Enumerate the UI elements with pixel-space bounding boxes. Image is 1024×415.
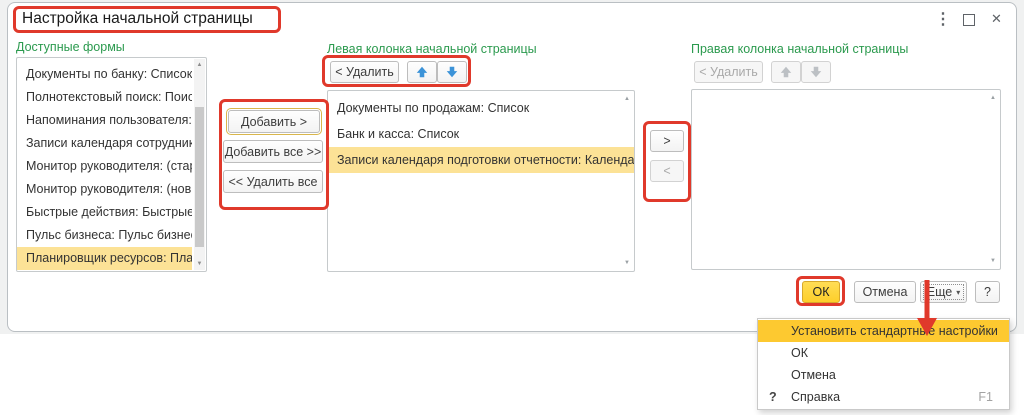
move-up-button[interactable] — [407, 61, 437, 83]
move-down-button-disabled — [801, 61, 831, 83]
left-remove-button[interactable]: < Удалить — [330, 61, 399, 83]
maximize-icon[interactable] — [963, 14, 975, 26]
list-item[interactable]: Полнотекстовый поиск: Поиск — [17, 86, 192, 109]
list-item[interactable]: Быстрые действия: Быстрые... — [17, 201, 192, 224]
list-item[interactable]: Записи календаря сотрудника... — [17, 132, 192, 155]
dialog-title: Настройка начальной страницы — [22, 10, 253, 28]
menu-item-help[interactable]: ? Справка F1 — [758, 386, 1009, 408]
add-button[interactable]: Добавить > — [228, 110, 320, 133]
menu-item-set-standard-settings[interactable]: Установить стандартные настройки — [758, 320, 1009, 342]
list-item[interactable]: Пульс бизнеса: Пульс бизнеса — [17, 224, 192, 247]
left-column-list: Документы по продажам: Список Банк и кас… — [327, 90, 635, 272]
move-up-button-disabled — [771, 61, 801, 83]
chevron-down-icon: ▾ — [956, 288, 960, 297]
scroll-down-icon[interactable]: ▼ — [624, 260, 630, 266]
arrow-up-icon — [415, 65, 429, 79]
more-dropdown-menu: Установить стандартные настройки ОК Отме… — [757, 318, 1010, 410]
available-forms-list: Документы по банку: Список Полнотекстовы… — [16, 57, 207, 272]
available-forms-label: Доступные формы — [16, 40, 125, 54]
arrow-down-icon — [809, 65, 823, 79]
help-button[interactable]: ? — [975, 281, 1000, 303]
list-item-selected[interactable]: Записи календаря подготовки отчетности: … — [328, 147, 634, 173]
list-item[interactable]: Документы по банку: Список — [17, 63, 192, 86]
list-item[interactable]: Монитор руководителя: (стар... — [17, 155, 192, 178]
scroll-up-icon[interactable]: ▲ — [624, 96, 630, 102]
right-remove-button: < Удалить — [694, 61, 763, 83]
screenshot-root: Настройка начальной страницы ⋮ ✕ Доступн… — [0, 0, 1024, 415]
move-to-right-button[interactable]: > — [650, 130, 684, 152]
shortcut-label: F1 — [978, 386, 993, 408]
kebab-menu-icon[interactable]: ⋮ — [935, 9, 951, 29]
menu-item-help-label: Справка — [791, 390, 840, 404]
list-item[interactable]: Документы по продажам: Список — [328, 95, 634, 121]
menu-item-ok[interactable]: ОК — [758, 342, 1009, 364]
list-item-selected[interactable]: Планировщик ресурсов: План... — [17, 247, 192, 270]
ok-button[interactable]: ОК — [802, 281, 840, 303]
arrow-up-icon — [779, 65, 793, 79]
list-item[interactable]: Напоминания пользователя: ... — [17, 109, 192, 132]
more-button-label: Еще — [927, 285, 952, 299]
question-mark-icon: ? — [769, 386, 777, 408]
scroll-up-icon[interactable]: ▲ — [194, 59, 205, 71]
right-column-label: Правая колонка начальной страницы — [691, 42, 908, 56]
right-column-list: ▲ ▼ — [691, 89, 1001, 270]
scrollbar[interactable]: ▲ ▼ — [194, 59, 205, 270]
scroll-up-icon[interactable]: ▲ — [990, 95, 996, 101]
menu-item-cancel[interactable]: Отмена — [758, 364, 1009, 386]
move-to-left-button: < — [650, 160, 684, 182]
move-down-button[interactable] — [437, 61, 467, 83]
close-icon[interactable]: ✕ — [991, 11, 1002, 27]
left-column-label: Левая колонка начальной страницы — [327, 42, 537, 56]
list-item[interactable]: Банк и касса: Список — [328, 121, 634, 147]
scroll-down-icon[interactable]: ▼ — [990, 258, 996, 264]
scrollbar-thumb[interactable] — [195, 107, 204, 247]
cancel-button[interactable]: Отмена — [854, 281, 916, 303]
more-button[interactable]: Еще ▾ — [920, 281, 967, 303]
remove-all-button[interactable]: << Удалить все — [223, 170, 323, 193]
arrow-down-icon — [445, 65, 459, 79]
add-all-button[interactable]: Добавить все >> — [223, 140, 323, 163]
list-item[interactable]: Монитор руководителя: (новый) — [17, 178, 192, 201]
scroll-down-icon[interactable]: ▼ — [194, 258, 205, 270]
